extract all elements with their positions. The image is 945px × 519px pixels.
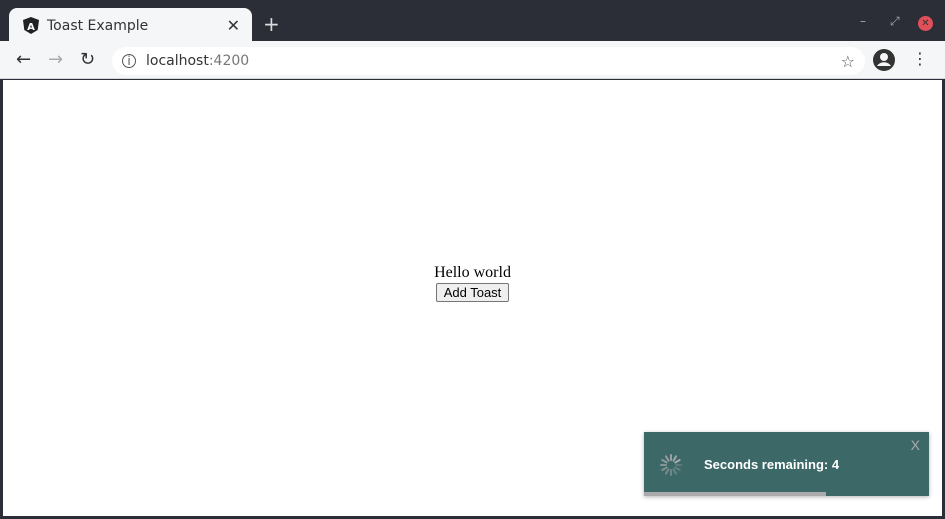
reload-icon[interactable]: ↻ — [80, 49, 95, 70]
info-icon[interactable]: i — [122, 54, 136, 68]
add-toast-button[interactable]: Add Toast — [435, 283, 510, 302]
svg-text:A: A — [27, 22, 35, 33]
window-close-icon[interactable]: ✕ — [918, 16, 933, 31]
tab-title: Toast Example — [47, 17, 149, 34]
angular-icon: A — [23, 17, 39, 34]
spinner-icon — [660, 454, 682, 476]
hello-heading: Hello world — [434, 264, 511, 281]
address-bar[interactable]: i localhost:4200 ☆ — [112, 47, 865, 75]
toast-message: Seconds remaining: 4 — [704, 457, 840, 472]
back-icon[interactable]: ← — [16, 49, 31, 70]
profile-avatar-icon[interactable] — [873, 49, 895, 71]
browser-tab[interactable]: A Toast Example ✕ — [9, 8, 252, 43]
url-host: localhost — [146, 53, 209, 69]
title-bar: A Toast Example ✕ + – ⤢ ✕ — [0, 0, 945, 43]
menu-kebab-icon[interactable]: ⋮ — [912, 49, 928, 68]
close-tab-icon[interactable]: ✕ — [227, 16, 240, 35]
bookmark-star-icon[interactable]: ☆ — [841, 52, 855, 71]
url-port: :4200 — [208, 53, 250, 69]
toast: X Seconds remaining: 4 — [644, 432, 929, 496]
maximize-icon[interactable]: ⤢ — [890, 14, 900, 29]
forward-icon[interactable]: → — [48, 49, 63, 70]
new-tab-icon[interactable]: + — [263, 12, 280, 36]
toast-close-button[interactable]: X — [911, 437, 920, 453]
browser-toolbar: ← → ↻ i localhost:4200 ☆ ⋮ — [0, 41, 945, 79]
minimize-icon[interactable]: – — [860, 14, 866, 28]
toast-progress-bar — [644, 492, 827, 496]
